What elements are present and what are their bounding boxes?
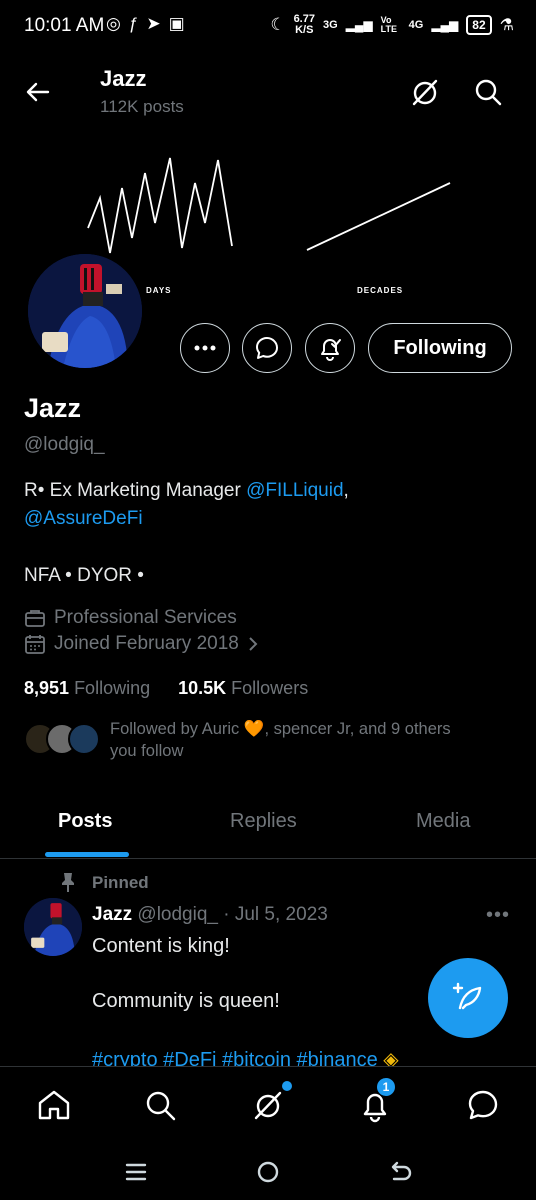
status-right-icons: ☾ 6.77 K/S 3G ▂▄▆ Vo LTE 4G ▂▄▆ 82 ⚗ [270, 14, 514, 36]
profile-avatar[interactable] [24, 250, 146, 372]
post-meta: @lodgiq_ · Jul 5, 2023 [132, 904, 328, 925]
message-bubble-icon [256, 337, 278, 359]
tab-replies[interactable]: Replies [230, 810, 297, 833]
post-more-button[interactable]: ••• [486, 904, 510, 927]
nav-home[interactable] [36, 1087, 72, 1123]
followers-count: 10.5K [178, 678, 227, 698]
bio-comma: , [343, 480, 349, 501]
category-label[interactable]: Professional Services [54, 607, 237, 629]
home-icon [38, 1090, 70, 1120]
followed-by-avatars[interactable] [24, 723, 100, 757]
banner-label-days: DAYS [146, 286, 172, 295]
flask-icon: ⚗ [499, 17, 514, 34]
compose-feather-icon [452, 982, 482, 1010]
tab-media[interactable]: Media [416, 810, 470, 833]
profile-handle: @lodgiq_ [24, 434, 105, 455]
search-icon [475, 79, 502, 106]
compose-post-button[interactable] [428, 958, 508, 1038]
followers-stat[interactable]: 10.5K Followers [178, 678, 308, 699]
post-header: Jazz @lodgiq_ · Jul 5, 2023 [92, 904, 328, 926]
header-title: Jazz [100, 66, 147, 91]
more-options-button[interactable] [180, 323, 230, 373]
search-icon [146, 1091, 176, 1121]
moon-icon: ☾ [270, 15, 286, 34]
notifications-toggle-button[interactable] [305, 323, 355, 373]
pinned-label: Pinned [92, 873, 149, 892]
recent-apps-button[interactable] [122, 1158, 150, 1186]
signal-icon: ▂▄▆ [345, 18, 373, 32]
post-author-name[interactable]: Jazz [92, 904, 132, 925]
battery-indicator: 82 [466, 15, 492, 35]
joined-label: Joined February 2018 [54, 633, 239, 654]
bell-check-icon [321, 339, 341, 361]
circle-home-icon [257, 1161, 279, 1183]
bio-text: R• Ex Marketing Manager [24, 480, 247, 501]
gallery-icon: ▣ [168, 14, 185, 33]
back-button[interactable] [22, 76, 54, 108]
network-speed: 6.77 K/S [293, 13, 315, 36]
followed-by-text[interactable]: Followed by Auric 🧡, spencer Jr, and 9 o… [110, 718, 510, 762]
follow-stats: 8,951 Following 10.5K Followers [24, 678, 308, 699]
home-system-button[interactable] [254, 1158, 282, 1186]
following-button[interactable]: Following [368, 323, 512, 373]
profile-name: Jazz [24, 393, 82, 423]
more-dots-icon [194, 345, 216, 351]
status-bar: 10:01 AM ◎ ƒ ➤ ▣ ☾ 6.77 K/S 3G ▂▄▆ Vo LT… [0, 0, 536, 56]
app-icon: ƒ [128, 14, 139, 33]
bio-line-2: @AssureDeFi [24, 508, 143, 530]
whatsapp-icon: ◎ [106, 14, 121, 33]
following-stat[interactable]: 8,951 Following [24, 678, 150, 699]
bio-line-3: NFA • DYOR • [24, 565, 144, 586]
network-volte: Vo LTE [380, 15, 397, 34]
post-author-avatar[interactable] [24, 898, 82, 956]
profile-joined[interactable]: Joined February 2018 [24, 633, 259, 655]
profile-category: Professional Services [24, 607, 237, 629]
follower-avatar [68, 723, 100, 755]
avatar-image [28, 254, 142, 368]
grok-indicator-dot [282, 1081, 292, 1091]
message-bubble-icon [468, 1090, 498, 1120]
message-button[interactable] [242, 323, 292, 373]
signal-icon-2: ▂▄▆ [431, 18, 459, 32]
status-time: 10:01 AM [24, 15, 105, 36]
tab-posts[interactable]: Posts [58, 810, 112, 833]
menu-lines-icon [125, 1163, 147, 1181]
bio-mention-assuredefi[interactable]: @AssureDeFi [24, 508, 143, 529]
chevron-right-icon [249, 637, 258, 651]
bio-line-1: R• Ex Marketing Manager @FILLiquid, [24, 480, 349, 502]
following-count: 8,951 [24, 678, 70, 698]
pin-icon [62, 873, 74, 892]
status-notification-icons: ◎ ƒ ➤ ▣ [106, 14, 185, 34]
grok-icon [254, 1091, 282, 1120]
grok-icon [412, 79, 438, 106]
back-system-button[interactable] [386, 1158, 414, 1186]
header-post-count: 112K posts [100, 97, 184, 116]
tabs-divider [0, 858, 536, 859]
system-navigation-bar [0, 1144, 536, 1200]
followers-label: Followers [231, 678, 309, 698]
active-tab-indicator [45, 852, 129, 857]
grok-button[interactable] [408, 76, 442, 108]
back-arrow-icon [391, 1161, 412, 1181]
nav-search[interactable] [142, 1087, 178, 1123]
post-text-line-1: Content is king! [92, 935, 230, 957]
network-3g: 3G [322, 19, 338, 31]
network-4g: 4G [408, 19, 424, 31]
search-button[interactable] [472, 76, 504, 108]
following-label: Following [74, 678, 151, 698]
notification-badge: 1 [376, 1077, 396, 1097]
telegram-icon: ➤ [146, 14, 161, 33]
bio-mention-filliquid[interactable]: @FILLiquid [246, 480, 343, 501]
calendar-icon [25, 635, 45, 654]
avatar-image [24, 898, 82, 956]
arrow-left-icon [26, 82, 50, 102]
briefcase-icon [25, 610, 45, 627]
nav-messages[interactable] [465, 1087, 501, 1123]
banner-label-decades: DECADES [357, 286, 404, 295]
bottom-navigation: 1 [0, 1066, 536, 1144]
nav-grok[interactable] [250, 1087, 286, 1123]
post-text-line-2: Community is queen! [92, 990, 280, 1012]
